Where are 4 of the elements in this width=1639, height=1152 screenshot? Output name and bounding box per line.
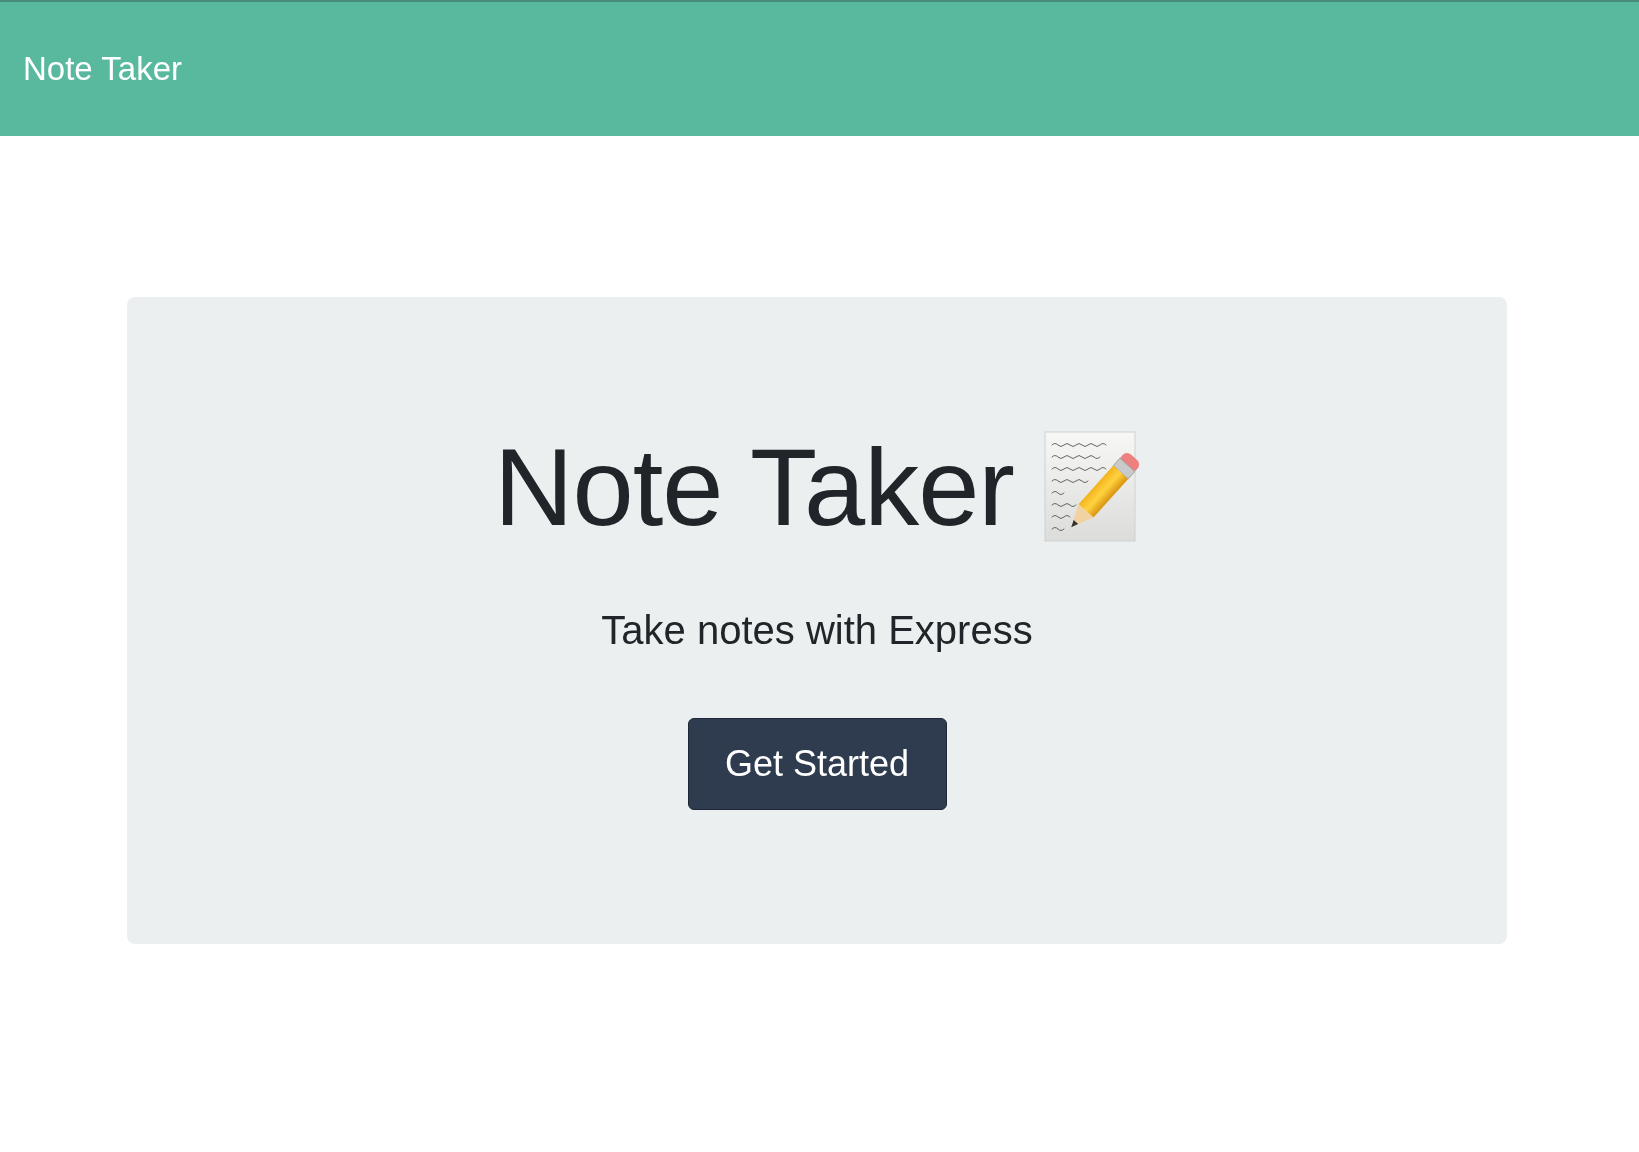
- get-started-button[interactable]: Get Started: [687, 718, 947, 810]
- hero-title: Note Taker: [494, 431, 1014, 542]
- memo-pencil-icon: [1043, 431, 1140, 542]
- hero-subtitle: Take notes with Express: [601, 607, 1033, 654]
